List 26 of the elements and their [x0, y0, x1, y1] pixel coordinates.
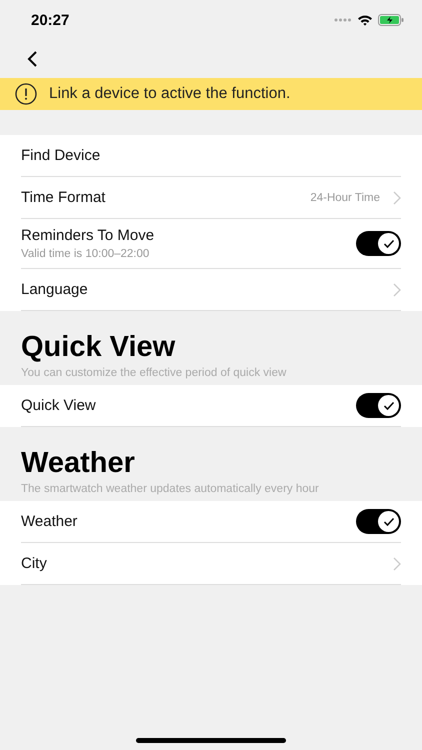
toggle-switch[interactable]: [356, 231, 401, 256]
warning-icon: [15, 83, 37, 105]
signal-icon: [334, 18, 352, 22]
section-subtitle: You can customize the effective period of quick view: [21, 367, 288, 379]
toggle-switch[interactable]: [356, 393, 401, 418]
row-value: 24-Hour Time: [310, 192, 380, 204]
row-label: Reminders To Move: [21, 227, 156, 244]
check-icon: [382, 400, 394, 410]
back-icon[interactable]: [26, 50, 38, 68]
row-note: Valid time is 10:00–22:00: [21, 248, 150, 260]
row-label: Quick View: [21, 397, 97, 414]
banner-message: Link a device to active the function.: [49, 85, 290, 103]
check-icon: [382, 238, 394, 248]
row-label: Language: [21, 281, 89, 298]
row-label: Time Format: [21, 189, 106, 206]
row-label: Weather: [21, 513, 78, 530]
check-icon: [382, 516, 394, 526]
section-subtitle: The smartwatch weather updates automatically every hour: [21, 483, 320, 495]
row-label: City: [21, 555, 48, 572]
section-title: Weather: [21, 446, 136, 480]
row-label: Find Device: [21, 147, 102, 164]
status-time: 20:27: [31, 12, 70, 28]
toggle-switch[interactable]: [356, 509, 401, 534]
section-title: Quick View: [21, 330, 176, 364]
battery-icon: [378, 14, 404, 26]
wifi-icon: [357, 14, 373, 26]
